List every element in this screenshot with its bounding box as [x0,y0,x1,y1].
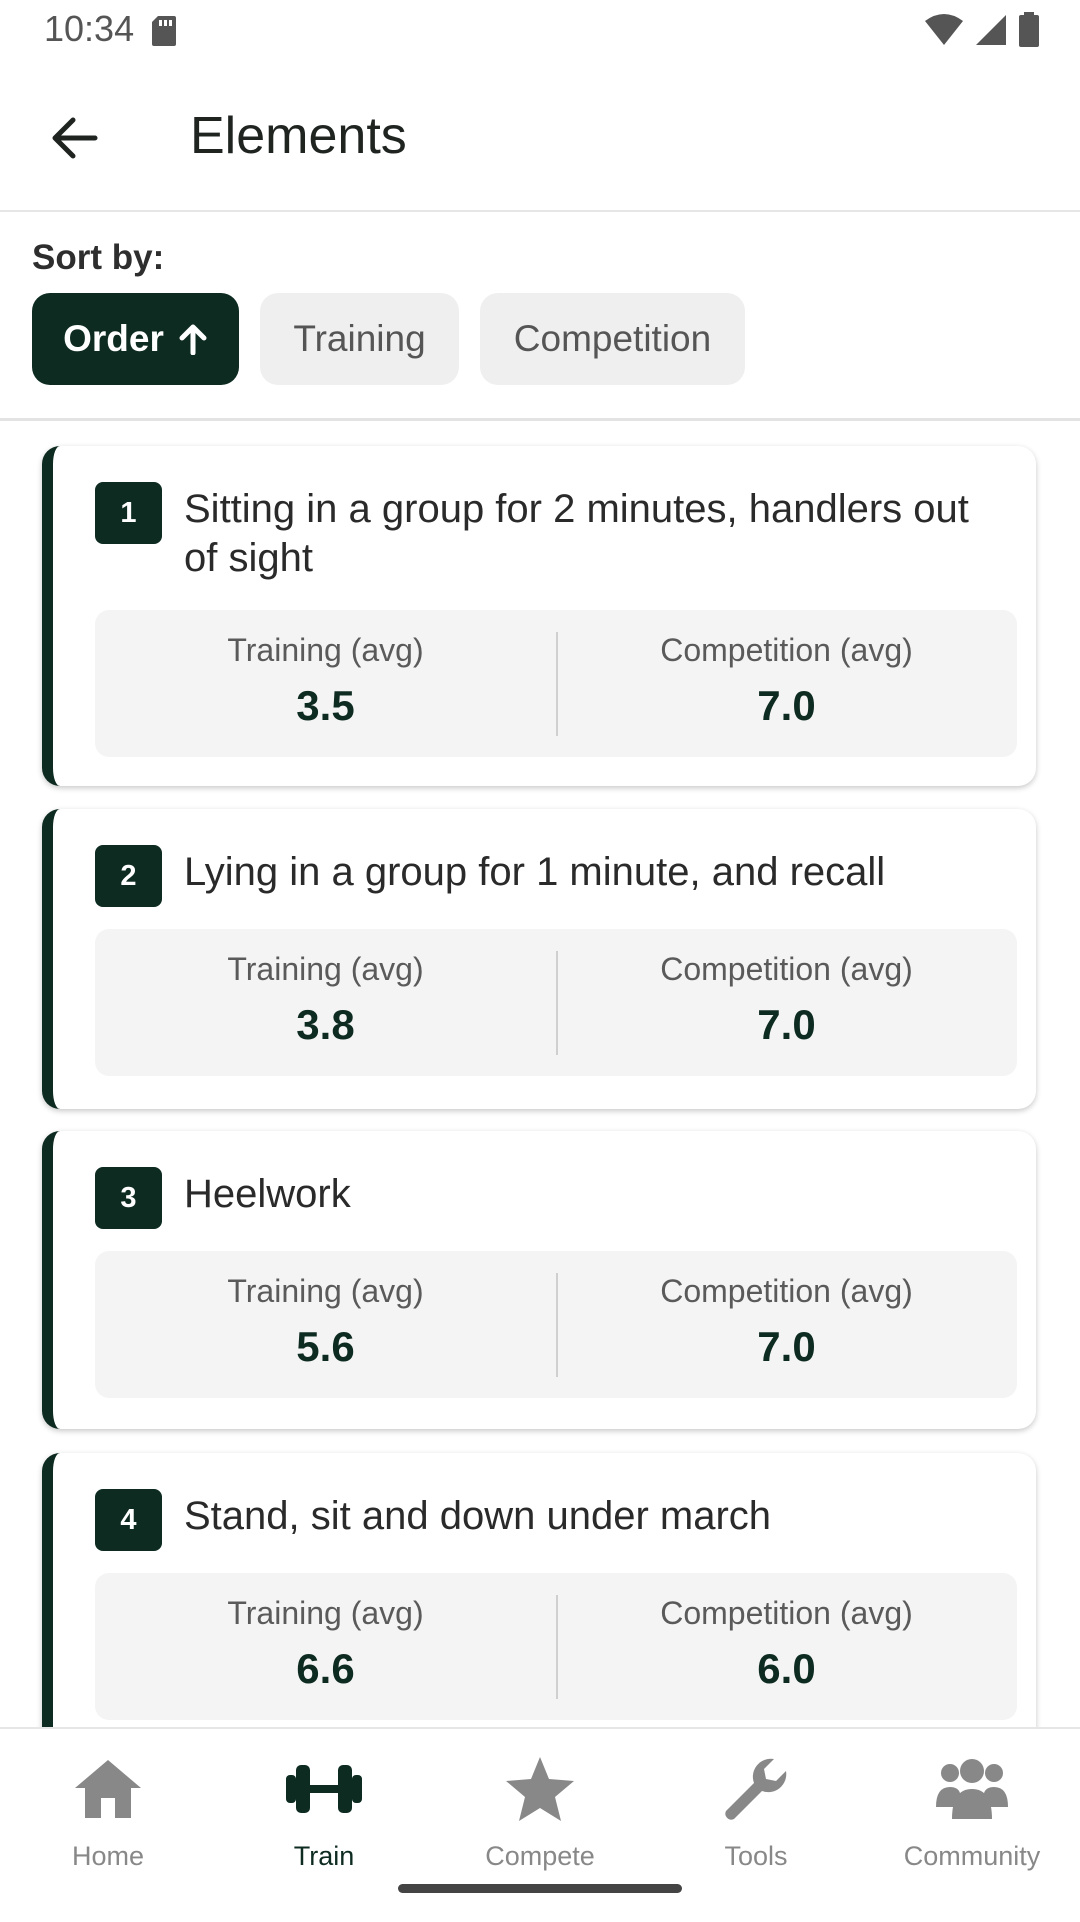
element-title: Sitting in a group for 2 minutes, handle… [184,487,969,580]
competition-stat-label: Competition (avg) [660,1273,913,1309]
element-card[interactable]: 1 Sitting in a group for 2 minutes, hand… [42,446,1036,786]
element-list[interactable]: 1 Sitting in a group for 2 minutes, hand… [0,421,1080,1727]
competition-stat-value: 6.0 [757,1645,816,1692]
back-button[interactable] [40,104,108,172]
nav-tools[interactable]: Tools [648,1749,864,1871]
nav-label: Tools [724,1841,788,1871]
arrow-up-icon [179,324,207,355]
training-stat-value: 5.6 [296,1323,355,1370]
sort-chip-training[interactable]: Training [260,293,459,385]
training-stat-label: Training (avg) [227,1273,424,1309]
competition-stat-value: 7.0 [757,1001,816,1048]
element-title: Stand, sit and down under march [184,1494,772,1538]
competition-stat: Competition (avg) 7.0 [556,1251,1017,1398]
element-number-badge: 1 [95,482,162,544]
card-header: 4 Stand, sit and down under march [95,1489,1006,1551]
competition-stat: Competition (avg) 6.0 [556,1573,1017,1720]
nav-home[interactable]: Home [0,1749,216,1871]
battery-icon [1019,12,1039,47]
training-stat: Training (avg) 5.6 [95,1251,556,1398]
element-stats: Training (avg) 3.5 Competition (avg) 7.0 [95,610,1017,757]
sd-card-icon [152,16,176,46]
arrow-back-icon [52,117,98,159]
element-stats: Training (avg) 6.6 Competition (avg) 6.0 [95,1573,1017,1720]
competition-stat-label: Competition (avg) [660,632,913,668]
element-title: Heelwork [184,1172,351,1216]
nav-label: Home [71,1841,145,1871]
nav-compete[interactable]: Compete [432,1749,648,1871]
element-number-badge: 4 [95,1489,162,1551]
home-icon [75,1760,141,1818]
signal-icon [976,15,1006,45]
training-stat-label: Training (avg) [227,632,424,668]
sort-label: Sort by: [32,238,165,277]
page-title: Elements [190,107,407,165]
sort-chip-label: Order [63,318,164,359]
competition-stat: Competition (avg) 7.0 [556,929,1017,1076]
nav-label: Community [903,1841,1041,1871]
competition-stat: Competition (avg) 7.0 [556,610,1017,757]
competition-stat-value: 7.0 [757,1323,816,1370]
element-card[interactable]: 3 Heelwork Training (avg) 5.6 Competitio… [42,1131,1036,1429]
competition-stat-label: Competition (avg) [660,1595,913,1631]
star-icon [506,1757,574,1821]
status-bar: 10:34 [0,0,1080,62]
training-stat: Training (avg) 3.5 [95,610,556,757]
sort-section: Sort by: Order Training Competition [0,212,1080,421]
element-card[interactable]: 2 Lying in a group for 1 minute, and rec… [42,809,1036,1109]
training-stat-value: 6.6 [296,1645,355,1692]
training-stat-value: 3.8 [296,1001,355,1048]
nav-train[interactable]: Train [216,1749,432,1871]
users-icon [936,1759,1008,1819]
nav-label: Compete [485,1841,595,1871]
card-header: 3 Heelwork [95,1167,1006,1229]
sort-chip-order[interactable]: Order [32,293,239,385]
competition-stat-value: 7.0 [757,682,816,729]
card-header: 1 Sitting in a group for 2 minutes, hand… [95,482,1006,583]
card-header: 2 Lying in a group for 1 minute, and rec… [95,845,1006,907]
training-stat-value: 3.5 [296,682,355,729]
home-indicator[interactable] [398,1884,682,1893]
app-bar: Elements [0,62,1080,212]
wifi-icon [925,14,963,45]
element-number-badge: 3 [95,1167,162,1229]
sort-chip-competition[interactable]: Competition [480,293,745,385]
training-stat-label: Training (avg) [227,951,424,987]
element-title: Lying in a group for 1 minute, and recal… [184,850,886,894]
element-stats: Training (avg) 5.6 Competition (avg) 7.0 [95,1251,1017,1398]
training-stat-label: Training (avg) [227,1595,424,1631]
status-time: 10:34 [44,8,135,49]
nav-label: Train [293,1841,355,1871]
dumbbell-icon [286,1765,362,1813]
training-stat: Training (avg) 6.6 [95,1573,556,1720]
training-stat: Training (avg) 3.8 [95,929,556,1076]
nav-community[interactable]: Community [864,1749,1080,1871]
element-card[interactable]: 4 Stand, sit and down under march Traini… [42,1453,1036,1727]
element-number-badge: 2 [95,845,162,907]
element-stats: Training (avg) 3.8 Competition (avg) 7.0 [95,929,1017,1076]
competition-stat-label: Competition (avg) [660,951,913,987]
wrench-icon [725,1758,787,1820]
